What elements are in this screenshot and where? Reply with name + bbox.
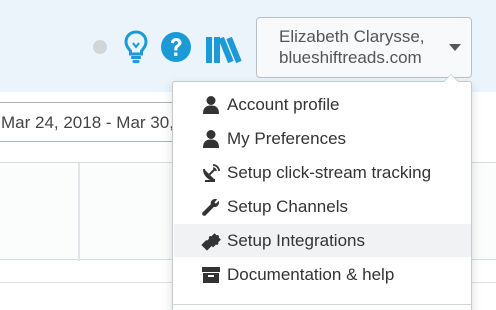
menu-item-my-preferences[interactable]: My Preferences [174,122,471,155]
user-name: Elizabeth Clarysse, [279,27,425,46]
menu-item-setup-integrations[interactable]: Setup Integrations [174,224,471,257]
menu-item-account-profile[interactable]: Account profile [174,88,471,121]
grid-divider [78,163,80,261]
help-icon[interactable] [160,31,192,63]
user-icon [203,129,219,148]
page-scrollbar[interactable] [474,92,478,310]
wrench-icon [202,198,219,216]
menu-item-label: Setup click-stream tracking [227,162,432,182]
satellite-dish-icon [203,163,220,182]
status-dot [93,40,107,54]
menu-item-click-stream-tracking[interactable]: Setup click-stream tracking [174,156,471,189]
user-account-select[interactable]: Elizabeth Clarysse, blueshiftreads.com [256,17,472,78]
puzzle-icon [201,232,221,251]
menu-item-label: Account profile [227,94,340,114]
top-header: Elizabeth Clarysse, blueshiftreads.com [0,0,496,92]
user-org: blueshiftreads.com [279,48,422,67]
library-icon[interactable] [205,34,243,64]
chevron-down-icon [449,44,461,51]
archive-icon [202,266,220,283]
date-range-picker[interactable]: Mar 24, 2018 - Mar 30, 2018 [0,102,195,142]
menu-item-label: Setup Integrations [227,230,365,250]
menu-divider [173,304,471,305]
menu-item-label: Documentation & help [227,264,395,284]
user-icon [203,95,219,114]
menu-item-setup-channels[interactable]: Setup Channels [174,190,471,223]
date-range-text: Mar 24, 2018 - Mar 30, 2018 [1,113,195,132]
user-dropdown-menu: Account profile My Preferences Setup cli… [172,74,472,310]
menu-item-documentation-help[interactable]: Documentation & help [174,258,471,291]
menu-item-label: Setup Channels [227,196,348,216]
menu-item-label: My Preferences [227,128,347,148]
lightbulb-icon[interactable] [124,30,148,64]
